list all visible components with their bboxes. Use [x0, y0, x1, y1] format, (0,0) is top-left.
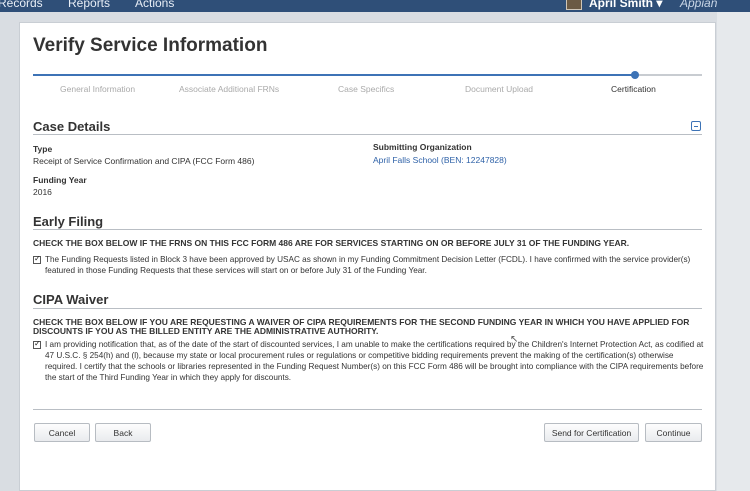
step-certification[interactable]: Certification	[611, 84, 656, 94]
top-nav-bar: Records Reports Actions April Smith ▾ Ap…	[0, 0, 750, 12]
section-divider	[33, 134, 702, 135]
progress-current-marker	[631, 71, 639, 79]
step-associate-frns[interactable]: Associate Additional FRNs	[179, 84, 279, 94]
early-filing-checkbox[interactable]	[33, 254, 41, 264]
form-card: Verify Service Information General Infor…	[19, 22, 716, 491]
early-filing-instruction: CHECK THE BOX BELOW IF THE FRNS ON THIS …	[33, 238, 630, 248]
collapse-icon[interactable]	[691, 121, 701, 131]
funding-year-label: Funding Year	[33, 175, 87, 185]
type-label: Type	[33, 144, 53, 154]
progress-fill	[33, 74, 635, 76]
funding-year-value: 2016	[33, 187, 52, 197]
type-value: Receipt of Service Confirmation and CIPA…	[33, 156, 255, 166]
cancel-button[interactable]: Cancel	[34, 423, 90, 442]
nav-records[interactable]: Records	[0, 0, 43, 10]
early-filing-statement: The Funding Requests listed in Block 3 h…	[45, 255, 691, 275]
nav-actions[interactable]: Actions	[135, 0, 174, 10]
progress-bar	[33, 71, 702, 79]
footer-divider	[33, 409, 702, 410]
right-scroll-area	[717, 12, 750, 491]
cipa-waiver-heading: CIPA Waiver	[33, 292, 109, 307]
section-divider	[33, 229, 702, 230]
submitting-org-label: Submitting Organization	[373, 142, 472, 152]
back-button[interactable]: Back	[95, 423, 151, 442]
section-divider	[33, 308, 702, 309]
step-document-upload[interactable]: Document Upload	[465, 84, 533, 94]
submitting-org-link[interactable]: April Falls School (BEN: 12247828)	[373, 155, 507, 165]
mouse-cursor-icon: ↖	[510, 334, 519, 345]
nav-reports[interactable]: Reports	[68, 0, 110, 10]
continue-button[interactable]: Continue	[645, 423, 702, 442]
early-filing-heading: Early Filing	[33, 214, 104, 229]
step-case-specifics[interactable]: Case Specifics	[338, 84, 394, 94]
step-general-information[interactable]: General Information	[60, 84, 135, 94]
page-title: Verify Service Information	[33, 35, 268, 56]
user-avatar[interactable]	[566, 0, 582, 10]
send-for-certification-button[interactable]: Send for Certification	[544, 423, 639, 442]
app-brand-logo: Appian	[680, 0, 718, 10]
cipa-waiver-instruction: CHECK THE BOX BELOW IF YOU ARE REQUESTIN…	[33, 317, 690, 336]
user-menu[interactable]: April Smith ▾	[589, 0, 662, 10]
cipa-waiver-checkbox[interactable]	[33, 339, 41, 349]
cipa-waiver-statement: I am providing notification that, as of …	[45, 340, 704, 382]
case-details-heading: Case Details	[33, 119, 111, 134]
